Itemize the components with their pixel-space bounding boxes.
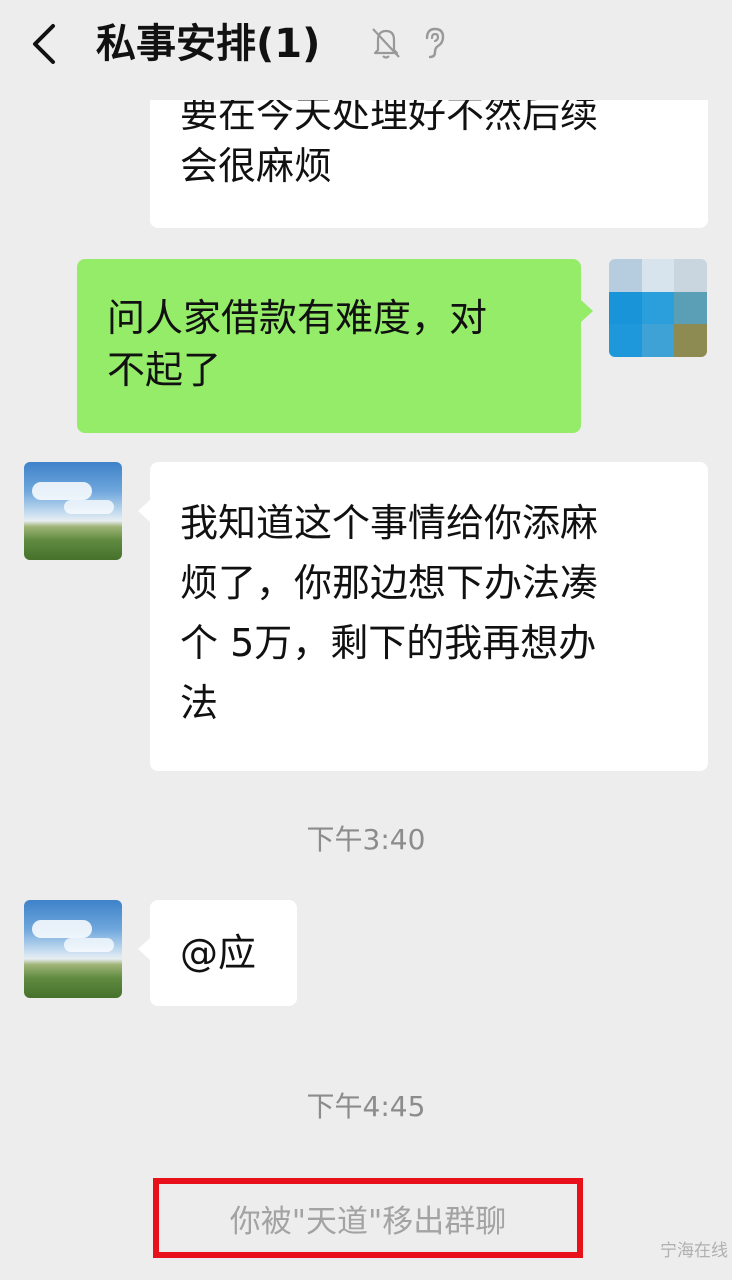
chevron-left-icon: [33, 24, 55, 64]
system-message: 你被"天道"移出群聊: [229, 1203, 507, 1240]
message-line: 问人家借款有难度，对: [107, 296, 488, 340]
bubble-tail: [138, 500, 150, 522]
bell-off-icon: [366, 22, 406, 62]
removed-from-group-notice: 你被"天道"移出群聊: [153, 1178, 583, 1258]
contact-avatar[interactable]: [24, 900, 122, 998]
message-bubble[interactable]: @应: [150, 900, 297, 1006]
message-line: 烦了，你那边想下办法凑: [180, 561, 599, 605]
watermark: 宁海在线: [660, 1241, 728, 1261]
timestamp: 下午4:45: [306, 1090, 426, 1123]
message-line: 会很麻烦: [180, 144, 333, 188]
message-line: 法: [180, 681, 219, 725]
chat-header: 私事安排(1): [0, 0, 732, 100]
bubble-tail: [138, 938, 150, 960]
message-line: 不起了: [107, 348, 222, 392]
bubble-tail: [581, 300, 593, 322]
message-line: 个 5万，剩下的我再想办: [180, 621, 597, 665]
my-avatar[interactable]: [609, 259, 707, 357]
chat-title[interactable]: 私事安排(1): [96, 12, 320, 76]
my-message-bubble[interactable]: 问人家借款有难度，对 不起了: [77, 259, 581, 433]
timestamp: 下午3:40: [306, 823, 426, 856]
message-line: 我知道这个事情给你添麻: [180, 501, 599, 545]
back-button[interactable]: [22, 18, 66, 70]
contact-avatar[interactable]: [24, 462, 122, 560]
message-line: @应: [180, 931, 257, 975]
message-bubble[interactable]: 我知道这个事情给你添麻 烦了，你那边想下办法凑 个 5万，剩下的我再想办 法: [150, 462, 708, 771]
ear-icon: [414, 22, 454, 62]
